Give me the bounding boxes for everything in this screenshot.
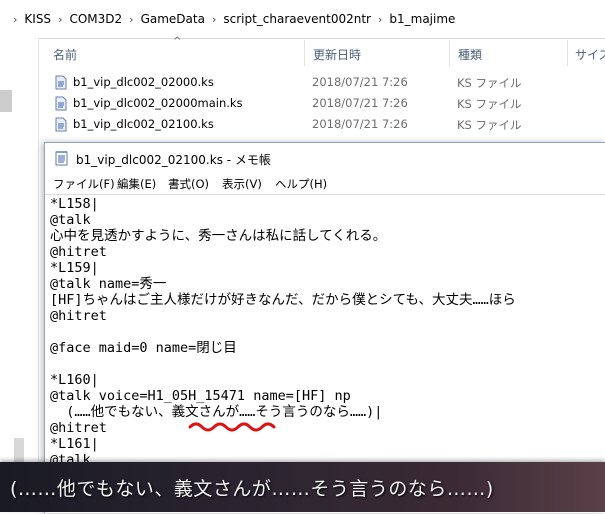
script-line: @hitret [50, 420, 107, 436]
column-divider[interactable] [449, 40, 450, 66]
script-line: *L158| [50, 196, 99, 212]
column-header-type[interactable]: 種類 [458, 46, 482, 63]
chevron-right-icon: › [58, 12, 63, 26]
file-row[interactable]: b1_vip_dlc002_02000.ks 2018/07/21 7:26 K… [39, 72, 605, 93]
window-title: b1_vip_dlc002_02100.ks - メモ帳 [76, 153, 271, 167]
subtitle-bar: (……他でもない、義文さんが……そう言うのなら……) [0, 462, 605, 512]
file-row[interactable]: b1_vip_dlc002_02000main.ks 2018/07/21 7:… [39, 93, 605, 114]
file-date: 2018/07/21 7:26 [312, 117, 408, 131]
column-header-date[interactable]: 更新日時 [313, 46, 361, 63]
menu-format[interactable]: 書式(O) [168, 176, 209, 192]
script-line: *L160| [50, 372, 99, 388]
column-headers: ^ 名前 更新日時 種類 サイズ [39, 36, 605, 68]
script-line: @hitret [50, 308, 107, 324]
red-squiggle-underline [188, 422, 276, 432]
breadcrumb-item[interactable]: script_charaevent002ntr [219, 12, 375, 26]
file-type: KS ファイル [457, 118, 522, 132]
breadcrumb-item[interactable]: GameData [137, 12, 209, 26]
navigation-pane[interactable] [0, 38, 39, 512]
breadcrumb-item[interactable]: COM3D2 [65, 12, 126, 26]
file-icon [55, 96, 67, 111]
script-line: 心中を見透かすように、秀一さんは私に話してくれる。 [50, 228, 387, 244]
chevron-right-icon: › [211, 12, 217, 26]
menu-bar: ファイル(F) 編集(E) 書式(O) 表示(V) ヘルプ(H) [45, 173, 605, 193]
script-line: *L161| [50, 436, 99, 452]
file-row[interactable]: b1_vip_dlc002_02100.ks 2018/07/21 7:26 K… [39, 114, 605, 135]
menu-help[interactable]: ヘルプ(H) [275, 176, 327, 192]
file-icon [55, 75, 67, 90]
address-bar[interactable]: › KISS › COM3D2 › GameData › script_char… [0, 0, 605, 39]
file-date: 2018/07/21 7:26 [312, 96, 408, 110]
file-icon [55, 117, 67, 132]
script-line: [HF]ちゃんはご主人様だけが好きなんだ、だから僕とシても、大丈夫……ほら [50, 292, 516, 308]
file-date: 2018/07/21 7:26 [312, 75, 408, 89]
chevron-right-icon: › [13, 12, 18, 26]
file-type: KS ファイル [457, 97, 522, 111]
notepad-icon [55, 151, 68, 166]
menu-view[interactable]: 表示(V) [222, 176, 262, 192]
file-type: KS ファイル [457, 76, 522, 90]
script-line: *L159| [50, 260, 99, 276]
menu-file[interactable]: ファイル(F) [53, 176, 115, 192]
script-line: @talk [50, 212, 91, 228]
scrollbar-thumb[interactable] [0, 90, 12, 112]
breadcrumb-item[interactable]: b1_majime [385, 12, 459, 26]
sort-ascending-icon: ^ [173, 36, 182, 47]
menu-edit[interactable]: 編集(E) [117, 176, 156, 192]
script-line: (……他でもない、義文さんが……そう言うのなら……)| [50, 404, 383, 420]
script-line: @face maid=0 name=閉じ目 [50, 340, 237, 356]
notepad-titlebar[interactable]: b1_vip_dlc002_02100.ks - メモ帳 [45, 143, 605, 173]
subtitle-text: (……他でもない、義文さんが……そう言うのなら……) [10, 478, 494, 500]
column-header-name[interactable]: 名前 [53, 46, 77, 63]
file-name: b1_vip_dlc002_02000main.ks [73, 96, 243, 110]
column-header-size[interactable]: サイズ [575, 46, 605, 63]
file-name: b1_vip_dlc002_02100.ks [73, 117, 214, 131]
script-line: @talk voice=H1_05H_15471 name=[HF] np [50, 388, 351, 404]
column-divider[interactable] [304, 40, 305, 66]
script-line: @hitret [50, 244, 107, 260]
breadcrumb-item[interactable]: KISS [20, 12, 55, 26]
column-divider[interactable] [567, 40, 568, 66]
chevron-right-icon: › [129, 12, 134, 26]
script-line: @talk name=秀一 [50, 276, 167, 292]
chevron-right-icon: › [377, 12, 383, 26]
notepad-window[interactable]: b1_vip_dlc002_02100.ks - メモ帳 ファイル(F) 編集(… [44, 142, 605, 513]
file-name: b1_vip_dlc002_02000.ks [73, 75, 214, 89]
